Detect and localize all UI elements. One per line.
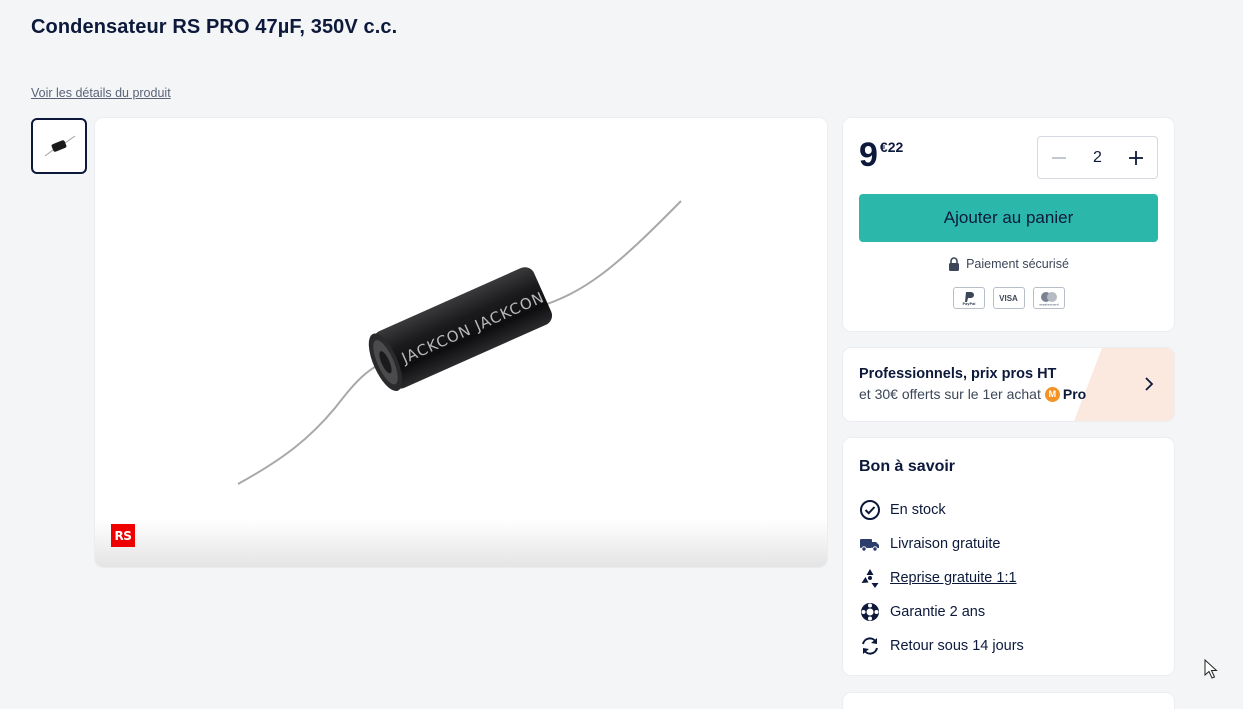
svg-text:mastercard: mastercard (1039, 303, 1058, 307)
secure-payment: Paiement sécurisé (843, 257, 1174, 271)
lock-icon (949, 257, 960, 271)
list-item-warranty: Garantie 2 ans (859, 595, 1024, 629)
check-circle-icon (859, 499, 881, 521)
increase-quantity-button[interactable] (1125, 147, 1147, 169)
minus-icon (1052, 156, 1066, 159)
quantity-stepper: 2 (1037, 136, 1158, 179)
good-to-know-title: Bon à savoir (859, 458, 956, 475)
product-thumbnail[interactable] (31, 118, 87, 174)
list-item-free-delivery: Livraison gratuite (859, 527, 1024, 561)
decrease-quantity-button[interactable] (1048, 147, 1070, 169)
payment-methods: PayPal VISA mastercard (843, 287, 1174, 309)
svg-text:PayPal: PayPal (962, 302, 975, 306)
buy-box: 9 €22 2 Ajouter au panier Paiement sécur… (843, 118, 1174, 331)
plus-icon (1129, 150, 1143, 165)
price-integer: 9 (859, 136, 878, 174)
rs-logo: RS (111, 524, 135, 547)
pro-banner-title: Professionnels, prix pros HT (859, 366, 1057, 382)
recycle-icon (859, 567, 881, 589)
image-fade (95, 519, 827, 567)
list-item-in-stock: En stock (859, 493, 1024, 527)
good-to-know-card: Bon à savoir En stock Livraison gratuite… (843, 438, 1174, 675)
chevron-right-icon (1145, 377, 1154, 391)
price: 9 €22 (859, 138, 903, 172)
good-to-know-list: En stock Livraison gratuite Reprise grat… (859, 493, 1024, 663)
capacitor-image: JACKCON JACKCON (237, 200, 682, 485)
add-to-cart-button[interactable]: Ajouter au panier (859, 194, 1158, 242)
product-details-link[interactable]: Voir les détails du produit (31, 86, 171, 100)
quantity-value[interactable]: 2 (1093, 149, 1102, 167)
pro-banner-subtitle: et 30€ offerts sur le 1er achat M Pro (859, 386, 1087, 402)
price-decimal: €22 (879, 139, 904, 155)
capacitor-thumbnail-image (44, 135, 76, 157)
truck-icon (859, 533, 881, 555)
visa-icon: VISA (992, 287, 1025, 309)
mastercard-icon: mastercard (1032, 287, 1065, 309)
secure-payment-label: Paiement sécurisé (966, 257, 1069, 271)
return-icon (859, 635, 881, 657)
lifebuoy-icon (859, 601, 881, 623)
manomano-pro-badge: M Pro (1044, 386, 1086, 402)
list-item-free-takeback: Reprise gratuite 1:1 (859, 561, 1024, 595)
manomano-logo-icon: M (1044, 386, 1060, 402)
next-card (843, 693, 1174, 709)
free-takeback-link[interactable]: Reprise gratuite 1:1 (890, 570, 1017, 586)
pro-banner[interactable]: Professionnels, prix pros HT et 30€ offe… (843, 348, 1174, 421)
product-image-panel[interactable]: JACKCON JACKCON RS (95, 118, 827, 567)
list-item-returns: Retour sous 14 jours (859, 629, 1024, 663)
paypal-icon: PayPal (952, 287, 985, 309)
page-title: Condensateur RS PRO 47µF, 350V c.c. (31, 16, 398, 38)
mouse-cursor-icon (1204, 659, 1218, 679)
pro-banner-decoration (1074, 348, 1174, 421)
